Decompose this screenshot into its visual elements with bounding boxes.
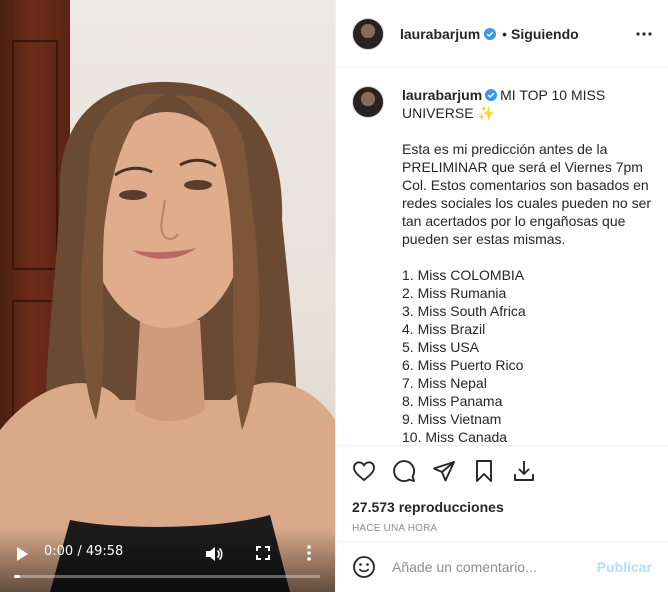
caption-username[interactable]: laurabarjum xyxy=(402,87,482,103)
caption-body: laurabarjum MI TOP 10 MISS UNIVERSE ✨ Est… xyxy=(402,86,652,445)
video-timecode: 0:00 / 49:58 xyxy=(44,544,124,559)
list-item: 10. Miss Canada xyxy=(402,429,508,445)
comment-input[interactable] xyxy=(392,559,597,575)
more-options-icon[interactable] xyxy=(636,31,652,36)
caption-heading: laurabarjum MI TOP 10 MISS UNIVERSE ✨ xyxy=(402,86,652,122)
post-header: laurabarjum • Siguiendo xyxy=(336,0,668,68)
caption-row: laurabarjum MI TOP 10 MISS UNIVERSE ✨ Est… xyxy=(352,86,652,445)
list-item: 3. Miss South Africa xyxy=(402,303,526,319)
caption-scroll-area[interactable]: laurabarjum MI TOP 10 MISS UNIVERSE ✨ Est… xyxy=(336,68,668,446)
play-icon[interactable] xyxy=(14,546,30,562)
share-icon[interactable] xyxy=(432,459,456,483)
caption-avatar[interactable] xyxy=(352,86,384,118)
list-item: 4. Miss Brazil xyxy=(402,321,486,337)
list-item: 2. Miss Rumania xyxy=(402,285,507,301)
list-item: 1. Miss COLOMBIA xyxy=(402,267,525,283)
view-count[interactable]: 27.573 reproducciones xyxy=(336,496,668,518)
header-username[interactable]: laurabarjum xyxy=(400,26,480,42)
video-progress-bar[interactable] xyxy=(14,575,320,578)
ranking-list: 1. Miss COLOMBIA 2. Miss Rumania 3. Miss… xyxy=(402,266,652,445)
emoji-icon[interactable] xyxy=(352,555,376,579)
list-item: 7. Miss Nepal xyxy=(402,375,487,391)
video-frame-person xyxy=(0,81,335,592)
caption-paragraph: Esta es mi predicción antes de la PRELIM… xyxy=(402,141,652,247)
heart-icon[interactable] xyxy=(352,459,376,483)
action-bar xyxy=(336,446,668,496)
list-item: 5. Miss USA xyxy=(402,339,480,355)
video-player[interactable]: 0:00 / 49:58 xyxy=(0,0,335,592)
list-item: 9. Miss Vietnam xyxy=(402,411,502,427)
post-time[interactable]: HACE UNA HORA xyxy=(336,518,668,540)
video-more-icon[interactable] xyxy=(305,544,313,562)
verified-badge-icon xyxy=(485,89,498,101)
publish-button[interactable]: Publicar xyxy=(597,559,652,575)
follow-separator: • xyxy=(502,25,508,42)
following-button[interactable]: Siguiendo xyxy=(511,26,579,42)
bookmark-icon[interactable] xyxy=(472,459,496,483)
video-progress-fill xyxy=(14,575,21,578)
list-item: 8. Miss Panama xyxy=(402,393,503,409)
download-icon[interactable] xyxy=(512,459,536,483)
post-modal: 0:00 / 49:58 laurabarjum • Siguiendo lau… xyxy=(0,0,668,592)
list-item: 6. Miss Puerto Rico xyxy=(402,357,524,373)
post-side-panel: laurabarjum • Siguiendo laurabarjum MI TO… xyxy=(335,0,668,592)
fullscreen-icon[interactable] xyxy=(256,546,270,560)
comment-icon[interactable] xyxy=(392,459,416,483)
comment-bar: Publicar xyxy=(336,541,668,592)
avatar[interactable] xyxy=(352,17,384,50)
video-controls-bar: 0:00 / 49:58 xyxy=(0,528,335,592)
volume-icon[interactable] xyxy=(205,546,223,562)
verified-badge-icon xyxy=(484,27,497,40)
